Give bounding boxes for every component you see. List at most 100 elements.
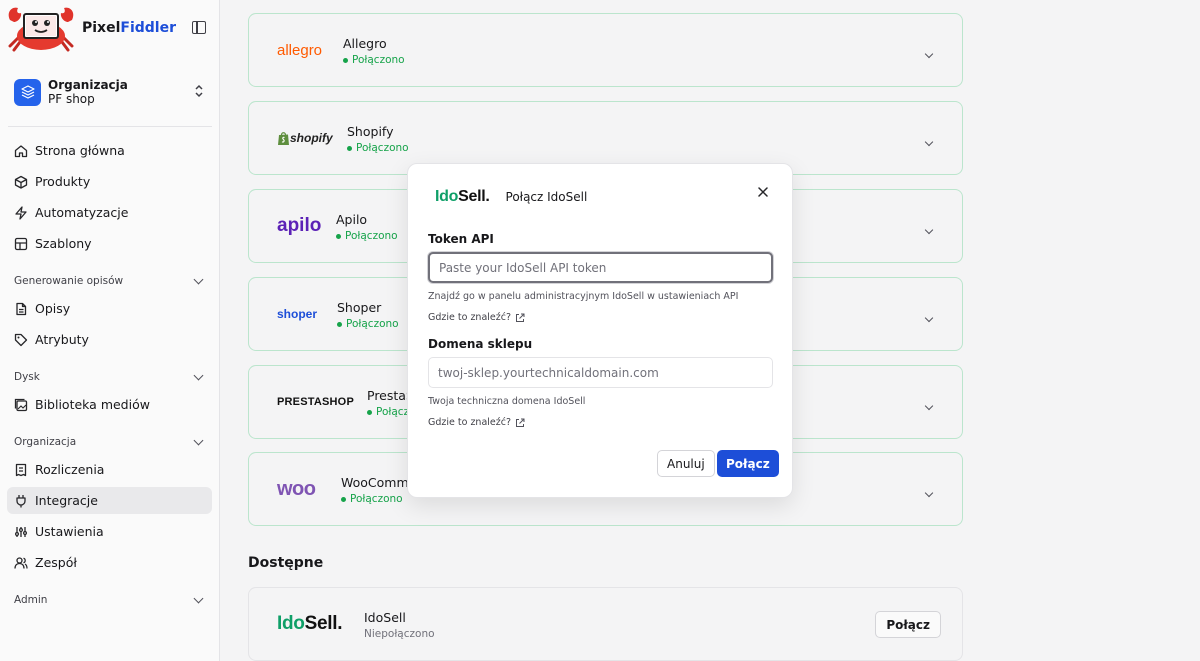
token-where-link[interactable]: Gdzie to znaleźć? bbox=[428, 312, 525, 323]
idosell-logo-part2: Sell. bbox=[304, 613, 343, 634]
home-icon bbox=[14, 144, 28, 158]
woocommerce-logo-text: woo bbox=[277, 477, 316, 500]
status-dot bbox=[336, 233, 341, 239]
status-dot bbox=[367, 409, 372, 415]
connect-idosell-modal: IdoSell. Połącz IdoSell Token API Znajdź… bbox=[407, 163, 793, 498]
status-badge: Połączono bbox=[337, 318, 399, 330]
prestashop-logo: PRESTASHOP bbox=[277, 366, 354, 438]
idosell-logo: IdoSell. bbox=[435, 188, 490, 206]
idosell-logo-part1: Ido bbox=[277, 613, 305, 634]
sidebar-item-descriptions[interactable]: Opisy bbox=[7, 295, 212, 322]
sidebar-item-label: Szablony bbox=[35, 236, 92, 251]
sidebar-divider bbox=[8, 126, 212, 127]
sidebar-item-integrations[interactable]: Integracje bbox=[7, 487, 212, 514]
woocommerce-logo: woo bbox=[277, 453, 316, 525]
status-badge: Połączono bbox=[343, 54, 405, 66]
expand-chevron-icon[interactable] bbox=[924, 485, 936, 500]
sidebar-item-label: Zespół bbox=[35, 555, 77, 570]
sidebar-item-products[interactable]: Produkty bbox=[7, 168, 212, 195]
brand-name-part2: Fiddler bbox=[120, 20, 176, 36]
sidebar-item-billing[interactable]: Rozliczenia bbox=[7, 456, 212, 483]
section-title: Organizacja bbox=[14, 436, 77, 448]
expand-chevron-icon[interactable] bbox=[924, 222, 936, 237]
settings-icon bbox=[14, 525, 28, 539]
connect-button[interactable]: Połącz bbox=[717, 450, 779, 477]
chevron-down-icon bbox=[193, 274, 204, 284]
status-text: Połączono bbox=[350, 493, 403, 505]
integration-name: Shopify bbox=[347, 124, 394, 139]
sidebar-item-label: Produkty bbox=[35, 174, 91, 189]
plug-icon bbox=[14, 494, 28, 508]
status-dot bbox=[337, 321, 342, 327]
document-icon bbox=[14, 302, 28, 316]
sidebar-item-attributes[interactable]: Atrybuty bbox=[7, 326, 212, 353]
token-hint: Znajdź go w panelu administracyjnym IdoS… bbox=[428, 291, 739, 302]
section-description-generation[interactable]: Generowanie opisów bbox=[14, 273, 206, 289]
section-drive[interactable]: Dysk bbox=[14, 369, 206, 385]
integration-card-allegro[interactable]: allegro Allegro Połączono bbox=[248, 13, 963, 87]
section-admin[interactable]: Admin bbox=[14, 592, 206, 608]
integration-name: Apilo bbox=[336, 212, 368, 227]
idosell-logo-part1: Ido bbox=[435, 188, 459, 205]
sidebar-item-label: Biblioteka mediów bbox=[35, 397, 150, 412]
expand-chevron-icon[interactable] bbox=[924, 310, 936, 325]
connect-idosell-button[interactable]: Połącz bbox=[875, 611, 941, 638]
sidebar-item-automations[interactable]: Automatyzacje bbox=[7, 199, 212, 226]
chevron-down-icon bbox=[193, 435, 204, 445]
sidebar-item-team[interactable]: Zespół bbox=[7, 549, 212, 576]
api-token-input[interactable] bbox=[428, 252, 773, 283]
sidebar-item-label: Integracje bbox=[35, 493, 98, 508]
sidebar-toggle-icon[interactable] bbox=[192, 21, 206, 34]
idosell-logo-part2: Sell. bbox=[458, 188, 490, 205]
shoper-logo: shoper bbox=[277, 278, 317, 350]
idosell-logo: IdoSell. bbox=[277, 588, 342, 660]
status-badge: Połączono bbox=[336, 230, 398, 242]
status-text: Połączono bbox=[356, 142, 409, 154]
media-icon bbox=[14, 398, 28, 412]
shop-domain-input[interactable] bbox=[428, 357, 773, 388]
status-text: Połączono bbox=[345, 230, 398, 242]
where-link-text: Gdzie to znaleźć? bbox=[428, 312, 512, 323]
sidebar-item-media-library[interactable]: Biblioteka mediów bbox=[7, 391, 212, 418]
sidebar-item-settings[interactable]: Ustawienia bbox=[7, 518, 212, 545]
org-switcher[interactable]: Organizacja PF shop bbox=[8, 72, 212, 112]
expand-chevron-icon[interactable] bbox=[924, 134, 936, 149]
expand-chevron-icon[interactable] bbox=[924, 398, 936, 413]
integration-name: IdoSell bbox=[364, 610, 406, 625]
sidebar-item-home[interactable]: Strona główna bbox=[7, 137, 212, 164]
domain-label: Domena sklepu bbox=[428, 337, 533, 351]
shopify-logo-text: shopify bbox=[290, 131, 333, 145]
shopify-logo: shopify bbox=[277, 102, 333, 174]
sidebar-item-templates[interactable]: Szablony bbox=[7, 230, 212, 257]
sidebar-item-label: Ustawienia bbox=[35, 524, 104, 539]
team-icon bbox=[14, 556, 28, 570]
brand[interactable]: PixelFiddler bbox=[6, 4, 216, 52]
chevron-down-icon bbox=[193, 593, 204, 603]
integration-name: WooComme bbox=[341, 475, 417, 490]
box-icon bbox=[14, 175, 28, 189]
sidebar-item-label: Atrybuty bbox=[35, 332, 89, 347]
sidebar-item-label: Opisy bbox=[35, 301, 71, 316]
status-badge: Połączono bbox=[341, 493, 416, 505]
org-title: Organizacja bbox=[48, 78, 128, 92]
sidebar-item-label: Strona główna bbox=[35, 143, 125, 158]
domain-where-link[interactable]: Gdzie to znaleźć? bbox=[428, 417, 525, 428]
section-organization[interactable]: Organizacja bbox=[14, 434, 206, 450]
allegro-logo: allegro bbox=[277, 14, 322, 86]
close-icon[interactable] bbox=[756, 185, 770, 199]
brand-name: PixelFiddler bbox=[82, 20, 176, 36]
org-name: PF shop bbox=[48, 92, 95, 106]
status-text: Połączono bbox=[346, 318, 399, 330]
crab-logo-icon bbox=[6, 4, 76, 52]
prestashop-logo-text: PRESTASHOP bbox=[277, 396, 354, 408]
section-title: Admin bbox=[14, 594, 48, 606]
status-dot bbox=[341, 496, 346, 502]
modal-title: Połącz IdoSell bbox=[505, 190, 588, 204]
status-dot bbox=[343, 57, 348, 63]
cancel-button[interactable]: Anuluj bbox=[657, 450, 715, 477]
domain-hint: Twoja techniczna domena IdoSell bbox=[428, 396, 586, 407]
section-title: Generowanie opisów bbox=[14, 275, 124, 287]
integration-name: Shoper bbox=[337, 300, 382, 315]
shoper-logo-text: shoper bbox=[277, 307, 318, 321]
expand-chevron-icon[interactable] bbox=[924, 46, 936, 61]
